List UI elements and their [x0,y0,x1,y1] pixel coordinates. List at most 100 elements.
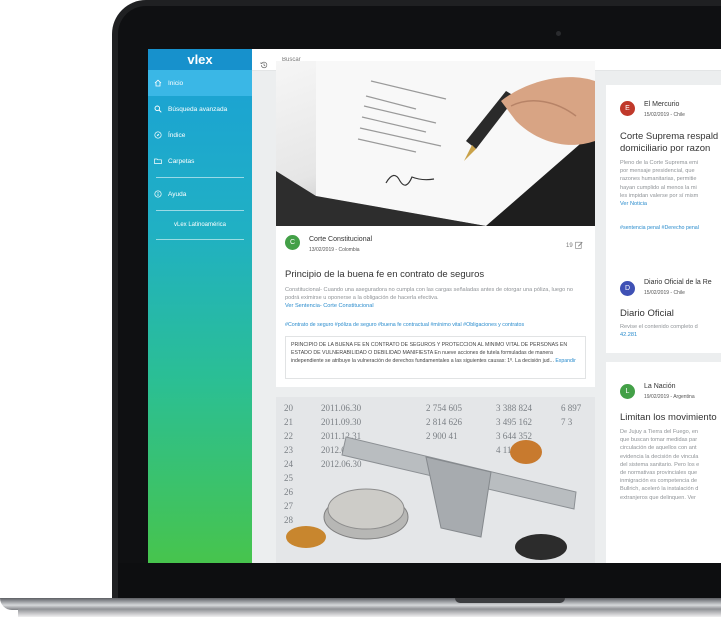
sidebar-item-label: Índice [168,131,186,139]
article-summary: Constitucional- Cuando una aseguradora n… [285,286,585,311]
folder-icon [154,157,162,165]
summary-line: De Jujuy a Tierra del Fuego, en [620,429,699,435]
edit-note-icon [574,241,583,251]
source-meta: 19/02/2019 - Argentina [644,394,695,400]
source-name[interactable]: Diario Oficial de la Re [644,279,712,286]
news-card-el-mercurio[interactable]: E El Mercurio 15/02/2019 - Chile Corte S… [606,85,721,277]
svg-text:2 754 605: 2 754 605 [426,403,463,413]
summary-line: razones humanitarias, permitie [620,176,697,183]
sidebar-item-label: Ayuda [168,190,187,198]
article-summary: Pleno de la Corte Suprema emi por mensaj… [620,159,698,208]
article-excerpt: PRINCIPIO DE LA BUENA FE EN CONTRATO DE … [285,336,586,379]
sidebar-item-ayuda[interactable]: Ayuda [148,181,252,207]
svg-text:2011.06.30: 2011.06.30 [321,403,362,413]
article-title[interactable]: Limitan los movimiento [620,412,717,423]
summary-line: hayan cumplido al menos la mi [620,184,697,191]
article-summary: De Jujuy a Tierra del Fuego, en que busc… [620,428,699,502]
svg-text:2011.09.30: 2011.09.30 [321,417,362,427]
article-summary-text: Constitucional- Cuando una aseguradora n… [285,287,573,302]
compass-icon [154,131,162,139]
news-card-diario-oficial[interactable]: D Diario Oficial de la Re 15/02/2019 - C… [606,263,721,353]
signing-document-image [276,61,595,226]
sidebar-item-label: Búsqueda avanzada [168,105,228,113]
sidebar-item-busqueda-avanzada[interactable]: Búsqueda avanzada [148,96,252,122]
summary-line: que buscan tomar medidas par [620,437,698,444]
article-excerpt-text: PRINCIPIO DE LA BUENA FE EN CONTRATO DE … [291,342,568,364]
svg-text:2 814 626: 2 814 626 [426,417,463,427]
article-link[interactable]: Ver Sentencia- Corte Constitucional [285,302,585,310]
sidebar-item-inicio[interactable]: Inicio [148,70,252,96]
summary-line: les impidan valerse por sí mism [620,192,699,199]
comment-count[interactable]: 19 [566,241,583,251]
sidebar: vlex Inicio Búsqueda avanzada Índice Car… [148,49,252,563]
history-icon[interactable] [260,56,268,68]
news-card-main[interactable]: C Corte Constitucional 13/02/2019 - Colo… [276,61,595,387]
bezel-bottom [118,563,721,599]
hinge-notch [455,598,565,603]
svg-text:6 897: 6 897 [561,403,582,413]
vlex-logo[interactable]: vlex [148,49,252,70]
info-icon [154,190,162,198]
article-title-line2[interactable]: domiciliario por razon [620,143,710,154]
article-summary: Revise el contenido completo d 42.281 [620,323,698,339]
search-icon [154,105,162,113]
article-title[interactable]: Corte Suprema respald [620,131,718,142]
article-title[interactable]: Diario Oficial [620,308,674,319]
svg-text:23: 23 [284,445,294,455]
svg-text:27: 27 [284,501,294,511]
svg-text:25: 25 [284,473,294,483]
sidebar-divider [156,177,244,178]
svg-text:20: 20 [284,403,294,413]
svg-text:3 644 352: 3 644 352 [496,431,532,441]
caliper-coins-image: 20 21 22 23 24 25 26 27 28 2011.06.30 2011.09.30 2… [276,397,595,563]
summary-line: Pleno de la Corte Suprema emi [620,160,699,166]
summary-line: evidencia la decisión de vincula [620,453,699,460]
summary-line: del sistema sanitario. Pero los e [620,461,700,468]
article-tags[interactable]: #sentencia penal #Derecho penal [620,225,699,231]
source-name[interactable]: La Nación [644,383,676,390]
svg-text:28: 28 [284,515,294,525]
summary-line: Bullrich, aceleró la instalación d [620,486,699,493]
svg-text:21: 21 [284,417,293,427]
svg-text:22: 22 [284,431,293,441]
avatar: E [620,101,635,116]
webcam [556,31,561,36]
news-card-la-nacion[interactable]: L La Nación 19/02/2019 - Argentina Limit… [606,362,721,563]
source-name[interactable]: Corte Constitucional [309,236,372,243]
sidebar-item-carpetas[interactable]: Carpetas [148,148,252,174]
summary-line: inmigración es competencia de [620,478,698,485]
article-title[interactable]: Principio de la buena fe en contrato de … [285,269,484,280]
summary-line: Revise el contenido completo d [620,324,698,330]
sidebar-item-label: Carpetas [168,157,195,165]
svg-text:3 495 162: 3 495 162 [496,417,532,427]
source-meta: 15/02/2019 - Chile [644,290,685,296]
summary-line: circulación de aquellos con ant [620,445,697,452]
avatar: C [285,235,300,250]
sidebar-item-label: Inicio [168,79,184,87]
source-meta: 15/02/2019 - Chile [644,112,685,118]
svg-text:2012.06.30: 2012.06.30 [321,459,362,469]
avatar: D [620,281,635,296]
svg-text:3 388 824: 3 388 824 [496,403,533,413]
comment-count-value: 19 [566,243,573,249]
svg-text:24: 24 [284,459,294,469]
avatar: L [620,384,635,399]
sidebar-divider [156,239,244,240]
news-card-second[interactable]: 20 21 22 23 24 25 26 27 28 2011.06.30 2011.09.30 2… [276,397,595,563]
svg-text:26: 26 [284,487,294,497]
laptop-base-shadow [18,609,721,617]
region-label[interactable]: vLex Latinoamérica [148,214,252,236]
article-tags[interactable]: #Contrato de seguro #póliza de seguro #b… [285,322,524,328]
source-name[interactable]: El Mercurio [644,101,679,108]
app-screen: vlex Inicio Búsqueda avanzada Índice Car… [148,49,721,563]
svg-text:7 3: 7 3 [561,417,573,427]
expand-link[interactable]: Expandir [555,358,575,364]
article-link[interactable]: Ver Noticia [620,200,698,208]
source-meta: 13/02/2019 - Colombia [309,247,360,253]
summary-line: de normativas provinciales que [620,470,698,477]
sidebar-item-indice[interactable]: Índice [148,122,252,148]
article-link[interactable]: 42.281 [620,331,698,339]
home-icon [154,79,162,87]
summary-line: extranjeros que delinquen. Ver [620,494,696,501]
sidebar-divider [156,210,244,211]
